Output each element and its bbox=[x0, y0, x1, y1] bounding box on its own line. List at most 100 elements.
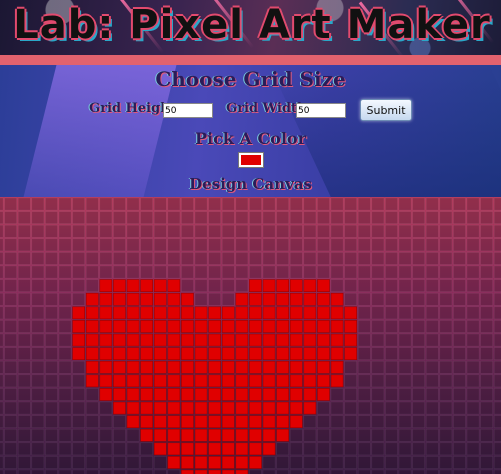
grid-cell[interactable] bbox=[31, 374, 45, 388]
painted-pixel[interactable] bbox=[235, 428, 249, 442]
painted-pixel[interactable] bbox=[235, 401, 249, 415]
grid-cell[interactable] bbox=[0, 442, 4, 456]
grid-cell[interactable] bbox=[58, 415, 72, 429]
grid-cell[interactable] bbox=[453, 211, 466, 225]
grid-cell[interactable] bbox=[425, 347, 439, 361]
grid-cell[interactable] bbox=[31, 265, 45, 279]
grid-cell[interactable] bbox=[126, 428, 140, 442]
grid-cell[interactable] bbox=[276, 238, 290, 252]
grid-cell[interactable] bbox=[17, 374, 31, 388]
painted-pixel[interactable] bbox=[262, 306, 276, 320]
grid-cell[interactable] bbox=[330, 197, 344, 211]
grid-cell[interactable] bbox=[480, 415, 494, 429]
painted-pixel[interactable] bbox=[208, 401, 222, 415]
grid-cell[interactable] bbox=[330, 252, 344, 265]
grid-cell[interactable] bbox=[357, 442, 371, 456]
grid-cell[interactable] bbox=[249, 238, 262, 252]
grid-cell[interactable] bbox=[289, 224, 303, 238]
grid-cell[interactable] bbox=[412, 279, 426, 292]
grid-cell[interactable] bbox=[453, 401, 466, 415]
painted-pixel[interactable] bbox=[140, 388, 154, 401]
painted-pixel[interactable] bbox=[303, 347, 317, 361]
grid-cell[interactable] bbox=[276, 252, 290, 265]
grid-cell[interactable] bbox=[194, 265, 208, 279]
grid-cell[interactable] bbox=[85, 224, 99, 238]
painted-pixel[interactable] bbox=[303, 279, 317, 292]
painted-pixel[interactable] bbox=[344, 306, 358, 320]
grid-cell[interactable] bbox=[140, 252, 154, 265]
grid-cell[interactable] bbox=[72, 428, 85, 442]
grid-cell[interactable] bbox=[371, 360, 385, 374]
painted-pixel[interactable] bbox=[126, 388, 140, 401]
grid-cell[interactable] bbox=[398, 197, 412, 211]
grid-cell[interactable] bbox=[385, 469, 398, 474]
painted-pixel[interactable] bbox=[181, 347, 194, 361]
grid-cell[interactable] bbox=[480, 360, 494, 374]
grid-cell[interactable] bbox=[140, 211, 154, 225]
grid-cell[interactable] bbox=[385, 224, 398, 238]
painted-pixel[interactable] bbox=[126, 333, 140, 347]
grid-cell[interactable] bbox=[126, 456, 140, 469]
grid-cell[interactable] bbox=[31, 428, 45, 442]
grid-cell[interactable] bbox=[439, 279, 453, 292]
grid-cell[interactable] bbox=[181, 252, 194, 265]
grid-cell[interactable] bbox=[0, 347, 4, 361]
grid-cell[interactable] bbox=[72, 442, 85, 456]
painted-pixel[interactable] bbox=[289, 374, 303, 388]
grid-cell[interactable] bbox=[412, 252, 426, 265]
grid-cell[interactable] bbox=[412, 469, 426, 474]
painted-pixel[interactable] bbox=[126, 320, 140, 333]
grid-cell[interactable] bbox=[31, 401, 45, 415]
grid-cell[interactable] bbox=[140, 442, 154, 456]
grid-cell[interactable] bbox=[167, 197, 181, 211]
grid-cell[interactable] bbox=[31, 252, 45, 265]
grid-cell[interactable] bbox=[357, 401, 371, 415]
grid-cell[interactable] bbox=[385, 374, 398, 388]
painted-pixel[interactable] bbox=[153, 415, 167, 429]
painted-pixel[interactable] bbox=[289, 415, 303, 429]
grid-cell[interactable] bbox=[72, 211, 85, 225]
grid-cell[interactable] bbox=[493, 320, 501, 333]
painted-pixel[interactable] bbox=[249, 306, 262, 320]
grid-cell[interactable] bbox=[317, 442, 330, 456]
painted-pixel[interactable] bbox=[72, 320, 85, 333]
grid-cell[interactable] bbox=[0, 238, 4, 252]
grid-cell[interactable] bbox=[357, 292, 371, 306]
painted-pixel[interactable] bbox=[181, 292, 194, 306]
grid-cell[interactable] bbox=[126, 252, 140, 265]
painted-pixel[interactable] bbox=[303, 306, 317, 320]
painted-pixel[interactable] bbox=[235, 415, 249, 429]
grid-cell[interactable] bbox=[4, 238, 18, 252]
painted-pixel[interactable] bbox=[167, 306, 181, 320]
painted-pixel[interactable] bbox=[235, 456, 249, 469]
grid-cell[interactable] bbox=[398, 347, 412, 361]
grid-cell[interactable] bbox=[140, 469, 154, 474]
painted-pixel[interactable] bbox=[194, 347, 208, 361]
grid-width-input[interactable] bbox=[296, 103, 346, 118]
grid-cell[interactable] bbox=[140, 238, 154, 252]
grid-cell[interactable] bbox=[99, 252, 113, 265]
grid-cell[interactable] bbox=[317, 469, 330, 474]
grid-cell[interactable] bbox=[398, 320, 412, 333]
grid-cell[interactable] bbox=[425, 456, 439, 469]
painted-pixel[interactable] bbox=[208, 374, 222, 388]
grid-cell[interactable] bbox=[45, 415, 58, 429]
grid-cell[interactable] bbox=[153, 456, 167, 469]
grid-cell[interactable] bbox=[289, 238, 303, 252]
grid-cell[interactable] bbox=[276, 469, 290, 474]
painted-pixel[interactable] bbox=[208, 347, 222, 361]
grid-cell[interactable] bbox=[113, 428, 126, 442]
painted-pixel[interactable] bbox=[289, 347, 303, 361]
grid-cell[interactable] bbox=[194, 252, 208, 265]
painted-pixel[interactable] bbox=[303, 388, 317, 401]
painted-pixel[interactable] bbox=[113, 388, 126, 401]
grid-cell[interactable] bbox=[249, 265, 262, 279]
grid-cell[interactable] bbox=[412, 388, 426, 401]
grid-cell[interactable] bbox=[357, 306, 371, 320]
grid-cell[interactable] bbox=[85, 279, 99, 292]
painted-pixel[interactable] bbox=[303, 320, 317, 333]
grid-cell[interactable] bbox=[45, 469, 58, 474]
grid-cell[interactable] bbox=[4, 347, 18, 361]
grid-cell[interactable] bbox=[385, 292, 398, 306]
painted-pixel[interactable] bbox=[153, 360, 167, 374]
